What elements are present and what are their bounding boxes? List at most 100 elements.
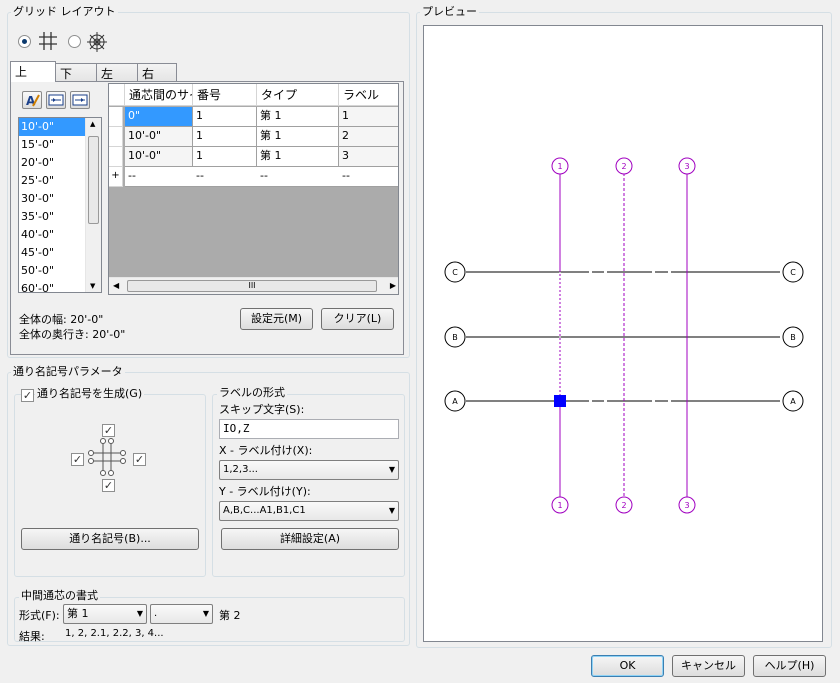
ok-button[interactable]: OK — [591, 655, 664, 677]
bubble-bottom-checkbox[interactable]: ✓ — [102, 479, 115, 492]
generate-bubbles-label: 通り名記号を生成(G) — [35, 387, 145, 400]
new-row-header[interactable]: + — [109, 167, 123, 187]
help-button[interactable]: ヘルプ(H) — [753, 655, 826, 677]
y-label-select[interactable]: A,B,C...A1,B1,C1 ▼ — [219, 501, 399, 521]
result-value: 1, 2, 2.1, 2.2, 3, 4... — [65, 628, 164, 639]
table-cell[interactable]: 第 1 — [257, 127, 339, 147]
cancel-button[interactable]: キャンセル — [672, 655, 745, 677]
scroll-h-thumb[interactable]: III — [127, 280, 377, 292]
table-cell[interactable]: -- — [125, 167, 193, 187]
col-header-type[interactable]: タイプ — [257, 84, 339, 106]
intermediate-title: 中間通芯の書式 — [19, 589, 100, 602]
col-header-number[interactable]: 番号 — [193, 84, 257, 106]
rect-grid-icon — [39, 32, 57, 50]
table-cell[interactable]: 1 — [193, 107, 257, 127]
y-label-value: A,B,C...A1,B1,C1 — [223, 505, 306, 516]
format-select[interactable]: 第 1 ▼ — [63, 604, 147, 624]
skip-chars-label: スキップ文字(S): — [219, 403, 305, 416]
x-label-2-top: 2 — [621, 162, 626, 171]
total-width-text: 全体の幅: 20'-0" — [19, 313, 104, 326]
generate-bubbles-checkbox[interactable]: ✓ — [21, 389, 34, 402]
grid-layout-title: グリッド レイアウト — [11, 5, 118, 18]
col-header-label[interactable]: ラベル — [339, 84, 398, 106]
x-label-3-bottom: 3 — [684, 501, 689, 510]
clear-button[interactable]: クリア(L) — [321, 308, 394, 330]
x-label-1-top: 1 — [557, 162, 562, 171]
insert-row-icon[interactable] — [46, 91, 66, 109]
chevron-down-icon: ▼ — [136, 609, 143, 618]
table-cell[interactable]: 第 1 — [257, 147, 339, 167]
preview-canvas[interactable]: 1 2 3 1 2 3 C C B B A A — [423, 25, 823, 642]
table-cell[interactable]: 3 — [339, 147, 398, 167]
scroll-right-icon[interactable]: ▶ — [390, 281, 396, 290]
col-header-spacing[interactable]: 通芯間のサイズ — [125, 84, 193, 106]
row-header[interactable] — [109, 147, 123, 167]
y-label-a-left: A — [452, 397, 458, 406]
rectangular-grid-radio[interactable] — [18, 35, 31, 48]
svg-text:A: A — [26, 94, 36, 108]
y-label-a-right: A — [790, 397, 796, 406]
scroll-down-icon[interactable]: ▼ — [90, 282, 95, 290]
bubble-right-checkbox[interactable]: ✓ — [133, 453, 146, 466]
table-cell[interactable]: -- — [339, 167, 398, 187]
append-row-icon[interactable] — [70, 91, 90, 109]
chevron-down-icon: ▼ — [388, 506, 395, 515]
table-h-scrollbar[interactable]: ◀ III ▶ — [109, 277, 398, 294]
table-cell[interactable]: 1 — [193, 147, 257, 167]
table-cell[interactable]: 第 1 — [257, 107, 339, 127]
tab-left[interactable]: 左 — [96, 63, 138, 81]
advanced-button[interactable]: 詳細設定(A) — [221, 528, 399, 550]
x-label-3-top: 3 — [684, 162, 689, 171]
total-depth-text: 全体の奥行き: 20'-0" — [19, 328, 126, 341]
tab-right[interactable]: 右 — [137, 63, 177, 81]
y-label-b-left: B — [452, 333, 458, 342]
format-suffix-text: 第 2 — [219, 609, 241, 622]
separator-select[interactable]: . ▼ — [150, 604, 213, 624]
y-label-b-right: B — [790, 333, 796, 342]
separator-value: . — [154, 608, 158, 619]
tab-bottom[interactable]: 下 — [55, 63, 97, 81]
row-header[interactable] — [109, 107, 123, 127]
tab-top[interactable]: 上 — [10, 61, 56, 82]
table-cell[interactable]: -- — [257, 167, 339, 187]
format-value: 第 1 — [67, 607, 89, 620]
chevron-down-icon: ▼ — [202, 609, 209, 618]
vertical-grid-lines — [559, 173, 688, 497]
x-label-value: 1,2,3... — [223, 464, 258, 475]
table-cell[interactable]: 2 — [339, 127, 398, 147]
skip-chars-input[interactable]: IO,Z — [219, 419, 399, 439]
scroll-left-icon[interactable]: ◀ — [113, 281, 119, 290]
bubble-top-checkbox[interactable]: ✓ — [102, 424, 115, 437]
row-header[interactable] — [109, 127, 123, 147]
bubbles-button[interactable]: 通り名記号(B)... — [21, 528, 199, 550]
result-label: 結果: — [19, 630, 45, 643]
format-label: 形式(F): — [19, 609, 60, 622]
spacing-listbox[interactable]: 10'-0" 15'-0" 20'-0" 25'-0" 30'-0" 35'-0… — [18, 117, 102, 293]
edit-label-icon[interactable]: A — [22, 91, 42, 109]
grid-preview-svg: 1 2 3 1 2 3 C C B B A A — [444, 157, 804, 514]
radial-grid-radio[interactable] — [68, 35, 81, 48]
table-cell[interactable]: 1 — [193, 127, 257, 147]
table-cell[interactable]: -- — [193, 167, 257, 187]
x-label-select[interactable]: 1,2,3... ▼ — [219, 460, 399, 480]
y-label-c-right: C — [790, 268, 796, 277]
scroll-thumb[interactable] — [88, 136, 99, 224]
scroll-up-icon[interactable]: ▲ — [90, 120, 95, 128]
table-cell[interactable]: 10'-0" — [125, 147, 193, 167]
y-label-c-left: C — [452, 268, 458, 277]
label-format-title: ラベルの形式 — [217, 386, 287, 399]
set-origin-button[interactable]: 設定元(M) — [240, 308, 313, 330]
bubble-left-checkbox[interactable]: ✓ — [71, 453, 84, 466]
bubble-params-title: 通り名記号パラメータ — [11, 365, 125, 378]
list-item[interactable]: 10'-0" — [19, 118, 85, 136]
x-label-2-bottom: 2 — [621, 501, 626, 510]
bubble-layout-icon — [88, 438, 126, 476]
origin-marker — [554, 395, 566, 407]
table-cell[interactable]: 1 — [339, 107, 398, 127]
x-label-1-bottom: 1 — [557, 501, 562, 510]
table-cell[interactable]: 0" — [125, 107, 193, 127]
table-cell[interactable]: 10'-0" — [125, 127, 193, 147]
grid-table[interactable]: 通芯間のサイズ 番号 タイプ ラベル 0" 1 第 1 1 10'-0" 1 第… — [108, 83, 399, 295]
spacing-scrollbar[interactable]: ▲ ▼ — [85, 118, 101, 292]
x-label-caption: X - ラベル付け(X): — [219, 444, 313, 457]
